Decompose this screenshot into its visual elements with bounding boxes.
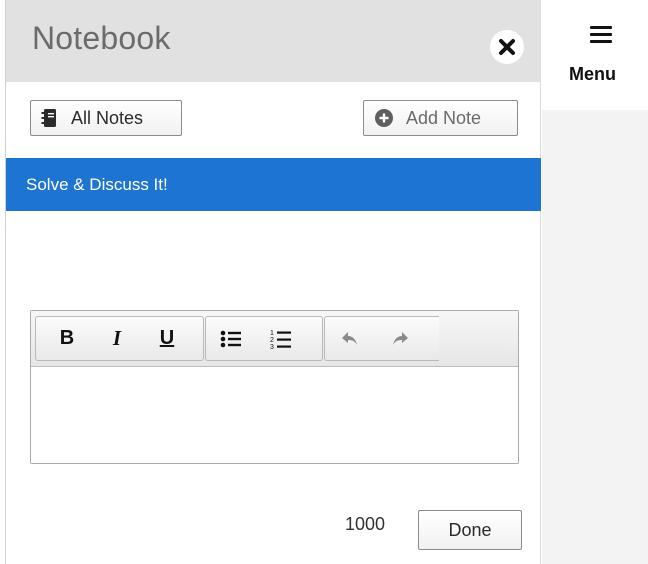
selected-note-title[interactable]: Solve & Discuss It!: [6, 158, 541, 211]
menu-button[interactable]: Menu: [542, 0, 648, 110]
add-note-button[interactable]: Add Note: [363, 100, 518, 136]
notebook-screen: Notebook All Notes Add Note Solve & Disc…: [0, 0, 648, 564]
numbered-list-button[interactable]: 1 2 3: [256, 317, 306, 360]
bold-button[interactable]: B: [42, 317, 92, 360]
plus-circle-icon: [375, 109, 393, 127]
character-count: 1000: [345, 514, 386, 534]
svg-text:2: 2: [270, 337, 274, 344]
bulleted-list-icon: [220, 330, 241, 347]
panel-title: Notebook: [32, 20, 171, 56]
list-group: 1 2 3: [205, 316, 323, 361]
close-button[interactable]: [490, 30, 524, 64]
done-button[interactable]: Done: [418, 510, 522, 550]
bulleted-list-button[interactable]: [206, 317, 256, 360]
all-notes-label: All Notes: [71, 107, 144, 128]
notebook-header: Notebook: [6, 0, 541, 82]
underline-button[interactable]: U: [142, 317, 192, 360]
history-group: [324, 316, 439, 361]
note-text-area[interactable]: [31, 367, 518, 463]
add-note-label: Add Note: [406, 107, 482, 128]
svg-text:1: 1: [270, 330, 274, 337]
redo-icon: [393, 331, 408, 345]
format-group: B I U: [35, 316, 204, 361]
close-icon: [499, 39, 515, 55]
all-notes-button[interactable]: All Notes: [30, 100, 182, 136]
notebook-panel: Notebook All Notes Add Note Solve & Disc…: [6, 0, 541, 564]
undo-button[interactable]: [325, 317, 375, 360]
hamburger-icon[interactable]: [590, 26, 612, 44]
undo-icon: [342, 331, 357, 345]
menu-label[interactable]: Menu: [569, 64, 616, 85]
italic-button[interactable]: I: [92, 317, 142, 360]
numbered-list-icon: 1 2 3: [270, 330, 291, 350]
redo-button[interactable]: [375, 317, 425, 360]
editor-toolbar: B I U 1 2 3: [31, 311, 518, 367]
rich-text-editor: B I U 1 2 3: [30, 310, 519, 464]
svg-text:3: 3: [270, 344, 274, 350]
notebook-icon: [41, 109, 56, 127]
